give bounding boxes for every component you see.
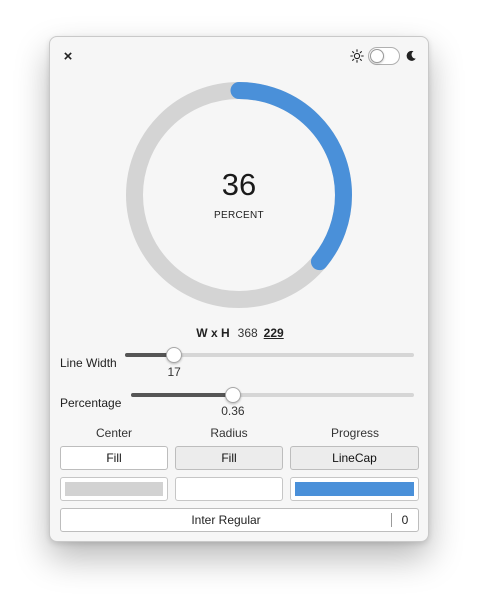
moon-icon <box>406 50 416 61</box>
font-name-button[interactable]: Inter Regular <box>61 509 391 531</box>
close-icon[interactable]: × <box>59 47 77 65</box>
theme-toggle[interactable] <box>350 47 418 65</box>
center-fill-button[interactable]: Fill <box>60 446 168 470</box>
size-height[interactable]: 229 <box>264 326 284 340</box>
size-readout: W x H 368 229 <box>50 326 430 340</box>
percentage-slider-thumb[interactable] <box>224 387 241 403</box>
line-width-slider-thumb[interactable] <box>166 347 183 363</box>
size-label: W x H <box>196 326 230 340</box>
radius-color-chip <box>180 482 278 496</box>
percentage-slider[interactable] <box>131 393 414 397</box>
theme-switch[interactable] <box>368 47 400 65</box>
center-color-chip <box>65 482 163 496</box>
percentage-label: Percentage <box>60 396 122 410</box>
radius-heading: Radius <box>210 426 248 440</box>
font-picker: Inter Regular 0 <box>60 508 419 532</box>
radius-fill-button[interactable]: Fill <box>175 446 283 470</box>
sun-icon <box>350 49 364 63</box>
progress-linecap-button[interactable]: LineCap <box>290 446 419 470</box>
size-width: 368 <box>237 326 258 340</box>
theme-switch-knob[interactable] <box>370 49 384 63</box>
percentage-slider-fill <box>131 393 233 397</box>
center-heading: Center <box>95 426 133 440</box>
progress-ring: 36 PERCENT <box>126 82 352 308</box>
line-width-value: 17 <box>167 365 181 379</box>
font-size-field[interactable]: 0 <box>392 509 418 531</box>
percentage-value: 0.36 <box>221 404 245 418</box>
progress-heading: Progress <box>330 426 380 440</box>
progress-color-swatch[interactable] <box>290 477 419 501</box>
ring-value: 36 <box>221 167 257 202</box>
ring-unit-label: PERCENT <box>214 210 264 221</box>
radius-color-swatch[interactable] <box>175 477 283 501</box>
progress-color-chip <box>295 482 414 496</box>
line-width-label: Line Width <box>60 356 117 370</box>
settings-window: × 36 PERCENT W x H 368 229 Line Width 17… <box>49 36 429 542</box>
center-color-swatch[interactable] <box>60 477 168 501</box>
